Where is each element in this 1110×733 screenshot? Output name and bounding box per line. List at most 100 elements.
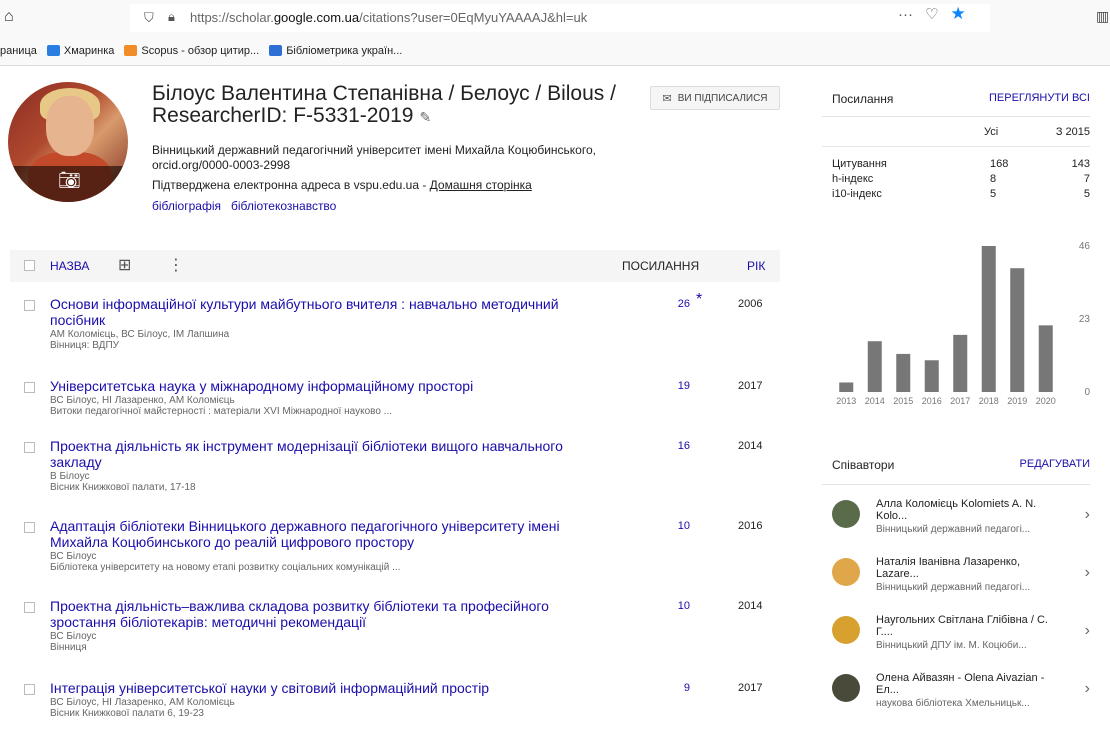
pocket-icon[interactable]: ♡ [925,5,938,23]
chart-y-tick: 23 [1079,314,1091,325]
chevron-right-icon[interactable]: › [1085,506,1090,524]
bookmark-star-icon[interactable]: ★ [950,4,965,24]
coauthor-item[interactable]: Алла Коломієць Kolomiets A. N. Kolo... Ві… [832,498,1090,548]
chart-bar-2013[interactable] [839,382,854,392]
article-cited-count[interactable]: 26 [650,298,690,310]
citations-chart-svg: 2013 2014 2015 2016 2017 2018 2019 2020 0 23 46 [836,241,1091,406]
article-checkbox[interactable] [24,602,35,613]
article-checkbox[interactable] [24,300,35,311]
shield-icon[interactable]: ⛉ [144,10,154,26]
view-all-link[interactable]: ПЕРЕГЛЯНУТИ ВСІ [989,92,1090,104]
coauthor-name[interactable]: Алла Коломієць Kolomiets A. N. Kolo... [876,498,1062,522]
edit-coauthors-link[interactable]: РЕДАГУВАТИ [1020,458,1090,470]
chart-bar-2015[interactable] [896,353,911,392]
profile-photo[interactable]: 📷︎ [8,82,128,202]
coauthor-affiliation: наукова бібліотека Хмельницьк... [876,698,1030,709]
add-article-icon[interactable]: ⊞ [118,255,131,275]
bookmark-item[interactable]: раница [0,45,37,57]
article-cited-count[interactable]: 19 [650,380,690,392]
coauthor-affiliation: Вінницький державний педагогі... [876,582,1031,593]
page-actions-icon[interactable]: ··· [898,6,913,23]
research-interests: бібліографія бібліотекознавство [152,199,336,213]
chevron-right-icon[interactable]: › [1085,680,1090,698]
article-cited-count[interactable]: 10 [650,600,690,612]
chart-bar-2018[interactable] [981,246,996,392]
follow-button[interactable]: ✉ ВИ ПІДПИСАЛИСЯ [650,86,780,110]
citations-chart: 2013 2014 2015 2016 2017 2018 2019 2020 0 23 46 [822,232,1090,412]
citation-stat-row: i10-індекс 5 5 [832,188,1090,202]
coauthor-name[interactable]: Наталія Іванівна Лазаренко, Lazare... [876,556,1062,580]
coauthor-name[interactable]: Наугольних Світлана Глібівна / С. Г.... [876,614,1062,638]
profile-name: Білоус Валентина Степанівна / Белоус / B… [152,82,616,127]
article-checkbox[interactable] [24,522,35,533]
coauthor-avatar[interactable] [832,558,860,586]
cited-by-title: Посилання [832,92,894,106]
article-title-link[interactable]: Основи інформаційної культури майбутньог… [50,296,610,328]
url-text[interactable]: https://scholar.google.com.ua/citations?… [190,10,587,25]
articles-table-header: НАЗВА ⊞ ⋮ ПОСИЛАННЯ РІК [10,250,780,282]
sort-by-cited[interactable]: ПОСИЛАННЯ [622,259,699,273]
change-photo-camera-icon[interactable]: 📷︎ [58,170,81,191]
chart-x-tick: 2020 [1036,396,1056,406]
url-bar[interactable]: ⛉ 🔒︎ https://scholar.google.com.ua/citat… [130,4,990,32]
article-checkbox[interactable] [24,684,35,695]
article-row: Основи інформаційної культури майбутньог… [10,291,780,352]
chart-y-tick: 0 [1084,387,1090,398]
follow-button-label: ВИ ПІДПИСАЛИСЯ [677,92,768,104]
sort-by-year[interactable]: РІК [747,259,765,273]
article-authors: В Білоус [50,471,90,482]
coauthor-item[interactable]: Наталія Іванівна Лазаренко, Lazare... Він… [832,556,1090,606]
article-year: 2014 [738,600,763,612]
chart-x-tick: 2014 [865,396,885,406]
article-venue: Витоки педагогічної майстерності : матер… [50,406,393,417]
article-cited-count[interactable]: 16 [650,440,690,452]
article-title-link[interactable]: Інтеграція університетської науки у світ… [50,680,610,696]
article-title-link[interactable]: Університетська наука у міжнародному інф… [50,378,610,394]
chart-bar-2016[interactable] [924,360,939,392]
edit-pencil-icon[interactable]: ✎ [419,109,431,125]
chart-bar-2017[interactable] [953,334,968,392]
article-row: Проектна діяльність–важлива складова роз… [10,598,780,654]
citation-stat-row: Цитування 168 143 [832,158,1090,172]
sort-by-title[interactable]: НАЗВА [50,259,89,273]
chart-bar-2014[interactable] [867,341,882,392]
lock-icon[interactable]: 🔒︎ [168,9,175,25]
library-icon[interactable]: ▥ [1096,8,1109,25]
coauthors-title: Співавтори [832,458,895,472]
coauthor-item[interactable]: Олена Айвазян - Olena Aivazian - Ел... на… [832,672,1090,722]
chart-bar-2020[interactable] [1038,325,1053,392]
coauthor-avatar[interactable] [832,500,860,528]
article-cited-count[interactable]: 9 [650,682,690,694]
coauthor-name[interactable]: Олена Айвазян - Olena Aivazian - Ел... [876,672,1062,696]
article-title-link[interactable]: Проектна діяльність як інструмент модерн… [50,438,610,470]
chart-bar-2019[interactable] [1010,268,1025,392]
stat-label: h-індекс [832,173,874,185]
chart-y-tick: 46 [1079,241,1091,252]
interest-link[interactable]: бібліографія [152,199,221,213]
home-icon[interactable]: ⌂ [4,8,14,26]
article-cited-count[interactable]: 10 [650,520,690,532]
article-year: 2017 [738,380,763,392]
more-options-icon[interactable]: ⋮ [168,255,184,275]
coauthor-avatar[interactable] [832,616,860,644]
article-checkbox[interactable] [24,382,35,393]
interest-link[interactable]: бібліотекознавство [231,199,336,213]
stat-since-value: 5 [1083,188,1090,200]
merged-citation-star: * [696,291,703,308]
coauthor-item[interactable]: Наугольних Світлана Глібівна / С. Г.... В… [832,614,1090,664]
article-row: Проектна діяльність як інструмент модерн… [10,438,780,494]
homepage-link[interactable]: Домашня сторінка [430,178,532,192]
article-checkbox[interactable] [24,442,35,453]
article-title-link[interactable]: Проектна діяльність–важлива складова роз… [50,598,610,630]
chevron-right-icon[interactable]: › [1085,622,1090,640]
chart-x-tick: 2019 [1007,396,1027,406]
bookmark-item[interactable]: Бібліометрика україн... [269,45,402,57]
article-title-link[interactable]: Адаптація бібліотеки Вінницького державн… [50,518,610,550]
bookmark-item[interactable]: Scopus - обзор цитир... [124,45,259,57]
select-all-checkbox[interactable] [24,260,35,271]
coauthor-avatar[interactable] [832,674,860,702]
article-venue: Бібліотека університету на новому етапі … [50,562,401,573]
chevron-right-icon[interactable]: › [1085,564,1090,582]
bookmark-item[interactable]: Хмаринка [46,45,114,57]
article-authors: АМ Коломієць, ВС Білоус, ІМ Лапшина [50,329,230,340]
